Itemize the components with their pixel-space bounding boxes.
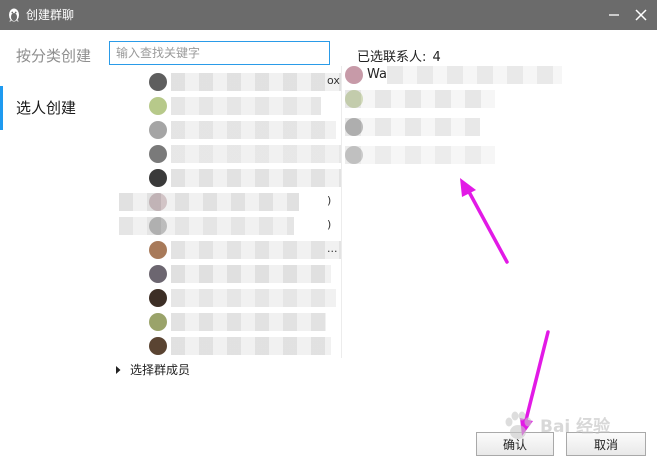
contact-row[interactable] [109,166,341,190]
caret-right-icon [113,364,123,374]
contact-row[interactable]: ... [109,238,341,262]
avatar [149,241,167,259]
sidebar-item-by-category[interactable]: 按分类创建 [0,36,106,76]
avatar [149,145,167,163]
annotation-arrowhead-selected [460,178,476,197]
contact-name-redacted [171,289,336,307]
contact-name-suffix: ox... [327,74,341,87]
annotation-arrow-confirm [524,330,550,422]
contact-row[interactable]: ox... [109,70,341,94]
baidu-watermark: Bai 经验 [500,408,632,448]
selected-contact[interactable] [345,146,525,164]
avatar [149,121,167,139]
sidebar: 按分类创建 选人创建 [0,30,106,469]
selected-contact[interactable] [345,118,525,136]
contact-row[interactable] [109,310,341,334]
selected-contacts-header: 已选联系人: 4 [357,46,441,65]
contact-row[interactable]: ) [109,190,341,214]
selected-count: 4 [432,50,441,65]
selected-contact[interactable]: Wa [345,66,562,84]
avatar [149,313,167,331]
contact-name-redacted [171,169,341,187]
sidebar-item-label: 选人创建 [16,99,77,117]
column-divider [341,66,342,358]
contact-name-redacted [171,121,336,139]
close-icon [635,9,647,21]
title-bar: 创建群聊 [0,0,657,30]
selected-contact-name-redacted [345,146,495,164]
contact-row[interactable] [109,262,341,286]
contact-name-redacted [171,73,341,91]
selected-contact-name-redacted [387,66,562,84]
annotation-arrow-selected [466,188,509,264]
contact-name-redacted [171,265,331,283]
selected-contact-name: Wa [367,67,387,82]
selected-contact[interactable] [345,90,525,108]
contact-row[interactable] [109,142,341,166]
contact-list[interactable]: ox...))... [109,70,341,360]
contact-row[interactable] [109,286,341,310]
avatar [149,73,167,91]
minimize-button[interactable] [604,5,624,25]
avatar [149,169,167,187]
paw-icon [505,411,532,439]
contact-row[interactable]: ) [109,214,341,238]
contact-name-suffix: ... [327,242,338,255]
contact-row[interactable] [109,118,341,142]
contact-name-redacted [119,193,299,211]
contact-name-redacted [171,241,341,259]
selected-contact-name-redacted [345,118,480,136]
close-button[interactable] [631,5,651,25]
sidebar-item-select-people[interactable]: 选人创建 [0,86,106,130]
sidebar-item-label: 按分类创建 [16,47,92,65]
selected-label: 已选联系人: [357,50,427,65]
contact-name-redacted [171,145,341,163]
avatar [345,66,363,84]
contact-name-redacted [171,337,331,355]
window-title: 创建群聊 [26,8,75,22]
qq-penguin-icon [6,7,22,23]
contact-name-redacted [119,217,294,235]
selected-contact-name-redacted [345,90,495,108]
avatar [149,337,167,355]
contact-row[interactable] [109,334,341,358]
avatar [149,97,167,115]
watermark-text: Bai 经验 [540,417,611,437]
contact-name-suffix: ) [327,218,332,231]
avatar [149,289,167,307]
contact-row[interactable] [109,94,341,118]
select-members-label: 选择群成员 [130,363,191,377]
search-input[interactable] [109,41,330,65]
contact-name-redacted [171,313,326,331]
contact-name-redacted [171,97,321,115]
contact-name-suffix: ) [327,194,332,207]
active-indicator [0,86,3,130]
avatar [149,265,167,283]
